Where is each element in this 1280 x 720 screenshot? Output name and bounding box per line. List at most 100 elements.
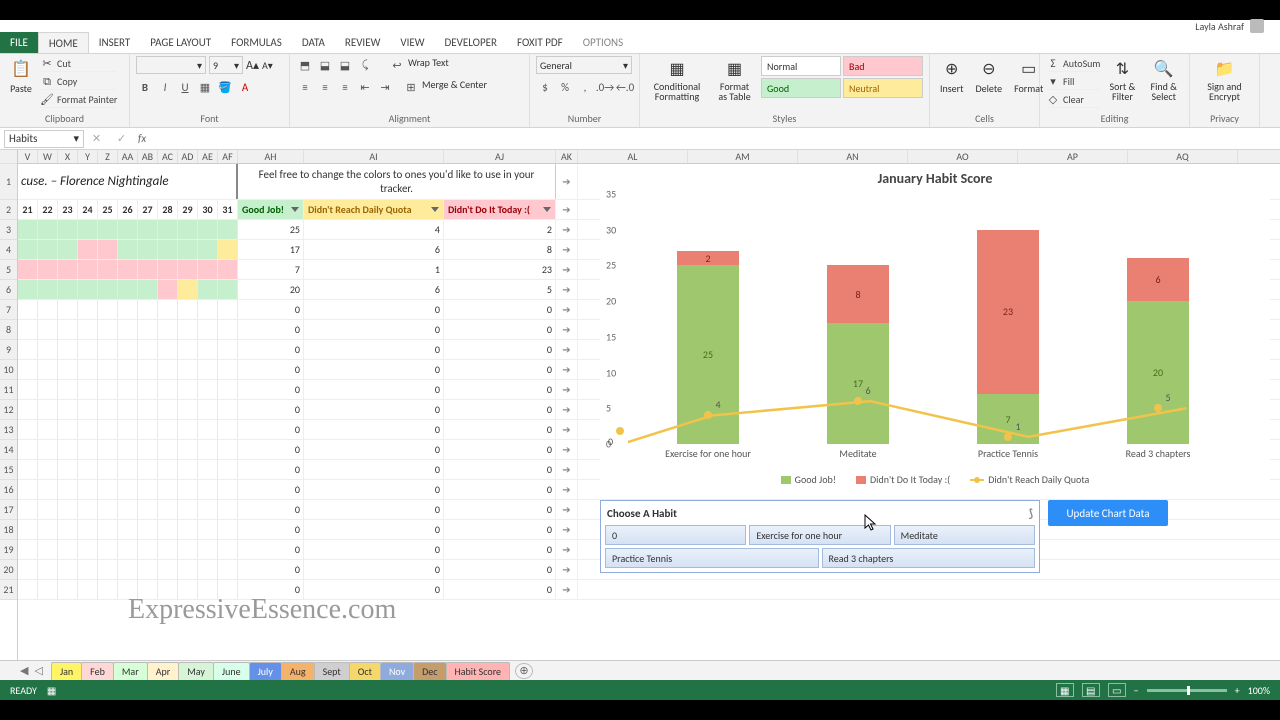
sheet-tab[interactable]: Habit Score (446, 662, 511, 680)
conditional-formatting-button[interactable]: ▦Conditional Formatting (646, 56, 708, 104)
column-header[interactable]: AE (198, 150, 218, 163)
heatmap-cell[interactable] (198, 340, 218, 359)
sheet-tab[interactable]: Nov (380, 662, 414, 680)
heatmap-cell[interactable] (98, 400, 118, 419)
heatmap-cell[interactable] (18, 560, 38, 579)
arrow-icon[interactable]: ➔ (556, 440, 578, 459)
arrow-icon[interactable]: ➔ (556, 260, 578, 279)
heatmap-cell[interactable] (198, 460, 218, 479)
heatmap-cell[interactable] (198, 580, 218, 599)
orientation-button[interactable]: ⤹ (356, 56, 374, 74)
row-header[interactable]: 16 (0, 480, 17, 500)
heatmap-cell[interactable] (218, 420, 238, 439)
decrease-font-icon[interactable]: A▾ (262, 59, 273, 72)
heatmap-cell[interactable] (158, 540, 178, 559)
heatmap-cell[interactable] (118, 300, 138, 319)
heatmap-cell[interactable] (118, 320, 138, 339)
heatmap-cell[interactable] (178, 540, 198, 559)
heatmap-cell[interactable] (118, 340, 138, 359)
delete-cells-button[interactable]: ⊖Delete (972, 56, 1007, 97)
decrease-decimal-button[interactable]: ←.0 (616, 78, 634, 96)
data-cell[interactable]: 0 (304, 540, 444, 559)
row-header[interactable]: 9 (0, 340, 17, 360)
heatmap-cell[interactable] (98, 500, 118, 519)
slicer-button[interactable]: Read 3 chapters (822, 548, 1036, 568)
arrow-icon[interactable]: ➔ (556, 360, 578, 379)
tab-foxit[interactable]: FOXIT PDF (507, 32, 573, 53)
style-normal[interactable]: Normal (761, 56, 841, 76)
style-bad[interactable]: Bad (843, 56, 923, 76)
heatmap-cell[interactable] (138, 460, 158, 479)
add-sheet-button[interactable]: ⊕ (515, 663, 533, 679)
column-header[interactable]: X (58, 150, 78, 163)
wrap-text-button[interactable]: Wrap Text (408, 56, 449, 74)
heatmap-cell[interactable] (78, 360, 98, 379)
heatmap-cell[interactable] (178, 520, 198, 539)
heatmap-cell[interactable] (218, 400, 238, 419)
column-header[interactable]: AL (578, 150, 688, 163)
arrow-icon[interactable]: ➔ (556, 460, 578, 479)
fx-icon[interactable]: fx (134, 132, 150, 145)
heatmap-cell[interactable] (178, 480, 198, 499)
data-cell[interactable]: 1 (304, 260, 444, 279)
heatmap-cell[interactable] (158, 460, 178, 479)
heatmap-cell[interactable] (18, 540, 38, 559)
heatmap-cell[interactable] (18, 500, 38, 519)
heatmap-cell[interactable] (178, 220, 198, 239)
align-right-button[interactable]: ≡ (336, 78, 354, 96)
data-cell[interactable]: 0 (238, 300, 304, 319)
row-header[interactable]: 13 (0, 420, 17, 440)
heatmap-cell[interactable] (178, 380, 198, 399)
row-header[interactable]: 15 (0, 460, 17, 480)
data-cell[interactable]: 0 (444, 340, 556, 359)
row-header[interactable]: 18 (0, 520, 17, 540)
heatmap-cell[interactable] (118, 280, 138, 299)
style-good[interactable]: Good (761, 78, 841, 98)
name-box[interactable]: Habits▾ (4, 130, 84, 148)
zoom-slider[interactable] (1147, 689, 1227, 692)
heatmap-cell[interactable] (218, 460, 238, 479)
data-cell[interactable]: 0 (304, 380, 444, 399)
heatmap-cell[interactable] (58, 300, 78, 319)
heatmap-cell[interactable] (98, 380, 118, 399)
data-cell[interactable]: 0 (238, 320, 304, 339)
data-cell[interactable]: 0 (304, 460, 444, 479)
insert-cells-button[interactable]: ⊕Insert (936, 56, 968, 97)
heatmap-cell[interactable] (158, 300, 178, 319)
row-header[interactable]: 2 (0, 200, 17, 220)
data-cell[interactable]: 0 (304, 420, 444, 439)
heatmap-cell[interactable] (218, 440, 238, 459)
heatmap-cell[interactable] (118, 380, 138, 399)
font-name-select[interactable]: ▾ (136, 56, 206, 74)
heatmap-cell[interactable] (58, 580, 78, 599)
row-header[interactable]: 20 (0, 560, 17, 580)
heatmap-cell[interactable] (78, 520, 98, 539)
heatmap-cell[interactable] (38, 540, 58, 559)
heatmap-cell[interactable] (78, 300, 98, 319)
sheet-tab[interactable]: Jan (51, 662, 82, 680)
italic-button[interactable]: I (156, 78, 174, 96)
number-format-select[interactable]: General▾ (536, 56, 632, 74)
data-cell[interactable]: 0 (444, 500, 556, 519)
data-cell[interactable]: 23 (444, 260, 556, 279)
normal-view-button[interactable]: ▦ (1056, 683, 1074, 697)
heatmap-cell[interactable] (138, 360, 158, 379)
data-cell[interactable]: 0 (304, 560, 444, 579)
data-cell[interactable]: 0 (238, 560, 304, 579)
tab-formulas[interactable]: FORMULAS (221, 32, 292, 53)
increase-indent-button[interactable]: ⇥ (376, 78, 394, 96)
tab-page-layout[interactable]: PAGE LAYOUT (140, 32, 221, 53)
heatmap-cell[interactable] (58, 520, 78, 539)
data-cell[interactable]: 0 (304, 400, 444, 419)
heatmap-cell[interactable] (38, 320, 58, 339)
heatmap-cell[interactable] (138, 580, 158, 599)
heatmap-cell[interactable] (58, 360, 78, 379)
data-cell[interactable]: 0 (238, 580, 304, 599)
heatmap-cell[interactable] (38, 440, 58, 459)
sheet-tab[interactable]: Apr (147, 662, 180, 680)
decrease-indent-button[interactable]: ⇤ (356, 78, 374, 96)
heatmap-cell[interactable] (18, 360, 38, 379)
heatmap-cell[interactable] (78, 260, 98, 279)
heatmap-cell[interactable] (38, 220, 58, 239)
heatmap-cell[interactable] (78, 580, 98, 599)
